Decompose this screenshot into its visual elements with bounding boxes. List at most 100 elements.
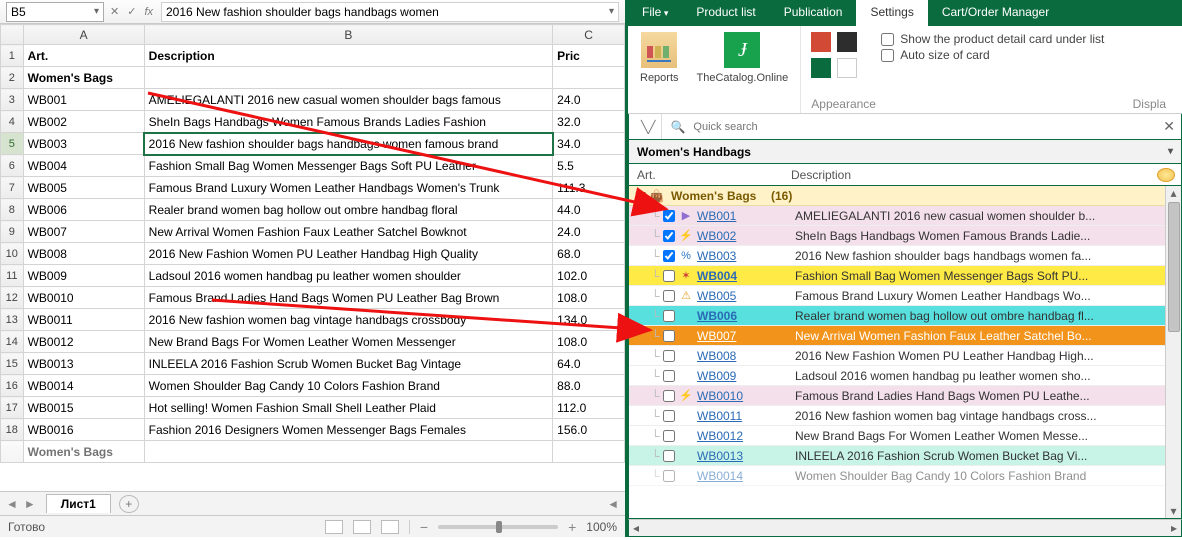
- vertical-scrollbar[interactable]: ▴▾: [1165, 186, 1181, 518]
- select-all-cell[interactable]: [1, 25, 24, 45]
- cell[interactable]: WB0016: [23, 419, 144, 441]
- sheet-tab-1[interactable]: Лист1: [46, 494, 111, 513]
- cell[interactable]: 112.0: [553, 397, 625, 419]
- cell[interactable]: 68.0: [553, 243, 625, 265]
- cell[interactable]: WB0011: [23, 309, 144, 331]
- product-art-link[interactable]: WB002: [697, 229, 736, 243]
- product-row[interactable]: └⚡WB0010Famous Brand Ladies Hand Bags Wo…: [629, 386, 1181, 406]
- product-art-link[interactable]: WB003: [697, 249, 736, 263]
- tab-next-icon[interactable]: ►: [24, 497, 36, 511]
- cell[interactable]: WB0013: [23, 353, 144, 375]
- group-row[interactable]: ▣ 👜 Women's Bags (16): [629, 186, 1181, 206]
- product-art-link[interactable]: WB001: [697, 209, 736, 223]
- product-checkbox[interactable]: [663, 310, 675, 322]
- product-checkbox[interactable]: [663, 470, 675, 482]
- product-checkbox[interactable]: [663, 230, 675, 242]
- product-row[interactable]: └WB006Realer brand women bag hollow out …: [629, 306, 1181, 326]
- cell[interactable]: Fashion 2016 Designers Women Messenger B…: [144, 419, 552, 441]
- row-header[interactable]: 7: [1, 177, 24, 199]
- col-header-C[interactable]: C: [553, 25, 625, 45]
- cell[interactable]: WB0014: [23, 375, 144, 397]
- cell[interactable]: WB009: [23, 265, 144, 287]
- name-box[interactable]: B5: [6, 2, 104, 22]
- auto-size-checkbox[interactable]: Auto size of card: [881, 48, 1104, 62]
- product-checkbox[interactable]: [663, 370, 675, 382]
- cell[interactable]: WB0012: [23, 331, 144, 353]
- product-art-link[interactable]: WB0010: [697, 389, 743, 403]
- row-header[interactable]: [1, 441, 24, 463]
- cell[interactable]: Hot selling! Women Fashion Small Shell L…: [144, 397, 552, 419]
- cell[interactable]: Ladsoul 2016 women handbag pu leather wo…: [144, 265, 552, 287]
- product-row[interactable]: └WB0082016 New Fashion Women PU Leather …: [629, 346, 1181, 366]
- product-row[interactable]: └%WB0032016 New fashion shoulder bags ha…: [629, 246, 1181, 266]
- cell[interactable]: New Brand Bags For Women Leather Women M…: [144, 331, 552, 353]
- cell[interactable]: WB003: [23, 133, 144, 155]
- product-checkbox[interactable]: [663, 410, 675, 422]
- ribbon-tab-product-list[interactable]: Product list: [682, 0, 769, 26]
- row-header[interactable]: 16: [1, 375, 24, 397]
- formula-input[interactable]: 2016 New fashion shoulder bags handbags …: [161, 2, 619, 22]
- cell[interactable]: WB007: [23, 221, 144, 243]
- product-checkbox[interactable]: [663, 250, 675, 262]
- cell[interactable]: Pric: [553, 45, 625, 67]
- product-row[interactable]: └▶WB001AMELIEGALANTI 2016 new casual wom…: [629, 206, 1181, 226]
- ribbon-tab-publication[interactable]: Publication: [770, 0, 857, 26]
- cell[interactable]: WB004: [23, 155, 144, 177]
- clear-search-icon[interactable]: ✕: [1163, 118, 1175, 135]
- cell[interactable]: 64.0: [553, 353, 625, 375]
- cell[interactable]: [144, 67, 552, 89]
- row-header[interactable]: 3: [1, 89, 24, 111]
- cell[interactable]: WB0010: [23, 287, 144, 309]
- cell[interactable]: Art.: [23, 45, 144, 67]
- view-normal-button[interactable]: [325, 520, 343, 534]
- product-row[interactable]: └WB0014Women Shoulder Bag Candy 10 Color…: [629, 466, 1181, 486]
- product-art-link[interactable]: WB0014: [697, 469, 743, 483]
- product-row[interactable]: └WB00112016 New fashion women bag vintag…: [629, 406, 1181, 426]
- zoom-in-button[interactable]: +: [568, 519, 576, 535]
- row-header[interactable]: 13: [1, 309, 24, 331]
- swatch-red[interactable]: [811, 32, 831, 52]
- product-checkbox[interactable]: [663, 390, 675, 402]
- product-art-link[interactable]: WB006: [697, 309, 737, 323]
- thecatalog-button[interactable]: Ɉ TheCatalog.Online: [697, 32, 789, 84]
- product-checkbox[interactable]: [663, 430, 675, 442]
- cell[interactable]: Description: [144, 45, 552, 67]
- cell[interactable]: 108.0: [553, 287, 625, 309]
- price-header-icon[interactable]: [1157, 168, 1175, 182]
- cell[interactable]: [553, 441, 625, 463]
- cell[interactable]: 108.0: [553, 331, 625, 353]
- cell[interactable]: Women's Bags: [23, 67, 144, 89]
- product-row[interactable]: └WB009Ladsoul 2016 women handbag pu leat…: [629, 366, 1181, 386]
- cell[interactable]: SheIn Bags Handbags Women Famous Brands …: [144, 111, 552, 133]
- product-row[interactable]: └⚡WB002SheIn Bags Handbags Women Famous …: [629, 226, 1181, 246]
- product-row[interactable]: └⚠WB005Famous Brand Luxury Women Leather…: [629, 286, 1181, 306]
- reports-button[interactable]: Reports: [640, 32, 679, 84]
- add-sheet-button[interactable]: +: [119, 495, 139, 513]
- cell[interactable]: AMELIEGALANTI 2016 new casual women shou…: [144, 89, 552, 111]
- swatch-white[interactable]: [837, 58, 857, 78]
- col-art-header[interactable]: Art.: [629, 168, 791, 182]
- show-detail-checkbox[interactable]: Show the product detail card under list: [881, 32, 1104, 46]
- zoom-slider[interactable]: [438, 525, 558, 529]
- product-art-link[interactable]: WB004: [697, 269, 737, 283]
- fx-cancel-icon[interactable]: ✕: [110, 5, 119, 18]
- cell[interactable]: Fashion Small Bag Women Messenger Bags S…: [144, 155, 552, 177]
- cell[interactable]: 24.0: [553, 221, 625, 243]
- cell[interactable]: Women's Bags: [23, 441, 144, 463]
- product-checkbox[interactable]: [663, 210, 675, 222]
- product-row[interactable]: └WB007New Arrival Women Fashion Faux Lea…: [629, 326, 1181, 346]
- cell[interactable]: 156.0: [553, 419, 625, 441]
- product-art-link[interactable]: WB0013: [697, 449, 743, 463]
- cell[interactable]: 34.0: [553, 133, 625, 155]
- cell[interactable]: 32.0: [553, 111, 625, 133]
- cell[interactable]: WB001: [23, 89, 144, 111]
- col-header-A[interactable]: A: [23, 25, 144, 45]
- view-layout-button[interactable]: [353, 520, 371, 534]
- product-row[interactable]: └WB0013INLEELA 2016 Fashion Scrub Women …: [629, 446, 1181, 466]
- product-row[interactable]: └✶WB004Fashion Small Bag Women Messenger…: [629, 266, 1181, 286]
- product-art-link[interactable]: WB008: [697, 349, 736, 363]
- cell[interactable]: Realer brand women bag hollow out ombre …: [144, 199, 552, 221]
- col-header-B[interactable]: B: [144, 25, 552, 45]
- row-header[interactable]: 18: [1, 419, 24, 441]
- cell[interactable]: 88.0: [553, 375, 625, 397]
